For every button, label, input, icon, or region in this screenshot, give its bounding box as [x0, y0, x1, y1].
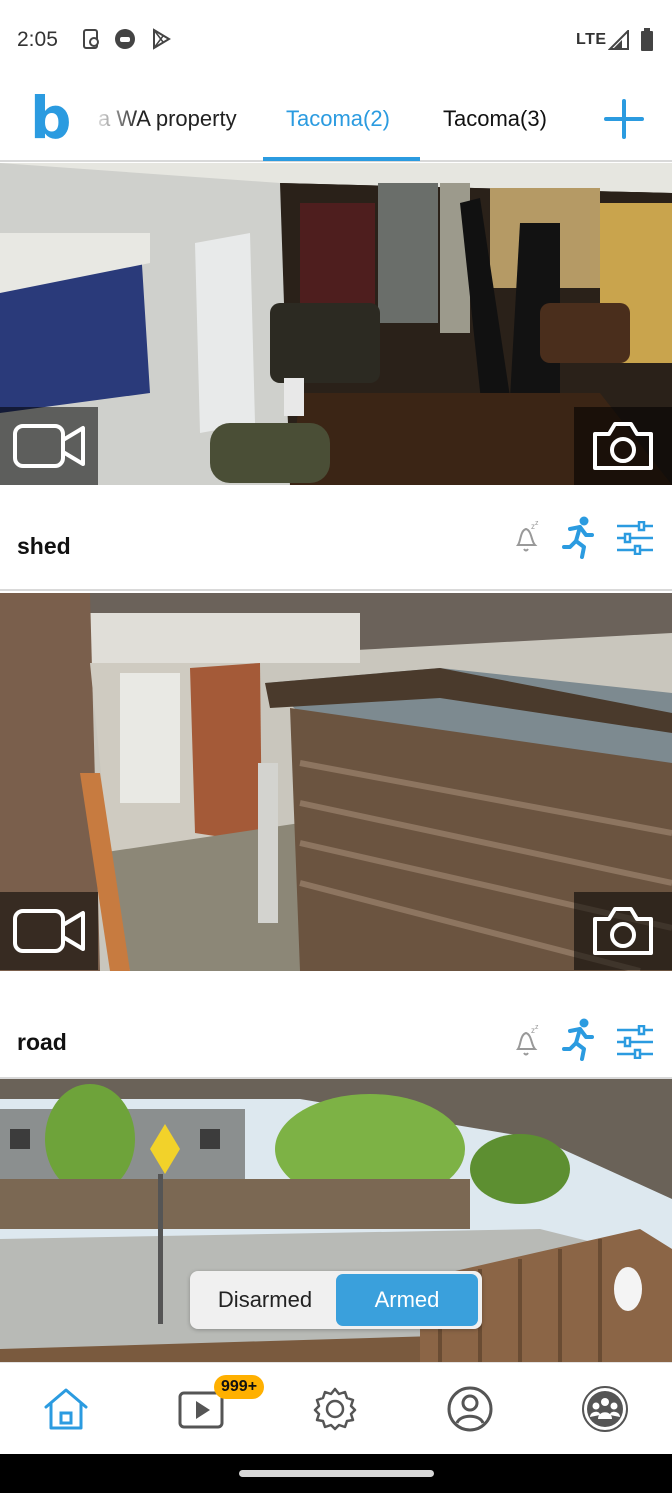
snooze-bell-icon[interactable]: z z	[513, 1023, 543, 1059]
bottom-navigation: 999+	[0, 1362, 672, 1454]
camera-feed-living-room[interactable]	[0, 163, 672, 485]
camera-snapshot-image	[0, 163, 672, 485]
camera-feed-shed[interactable]	[0, 593, 672, 971]
record-video-button[interactable]	[0, 892, 98, 970]
motion-running-icon[interactable]	[562, 1017, 596, 1061]
snapshot-icon	[593, 907, 653, 955]
record-video-icon	[13, 909, 85, 953]
camera-header-road: road z z	[0, 971, 672, 1079]
snapshot-button[interactable]	[574, 892, 672, 970]
camera-name: shed	[17, 533, 71, 559]
settings-sliders-icon[interactable]	[615, 521, 655, 555]
gamepad-icon	[115, 29, 135, 49]
snooze-bell-icon[interactable]: z z	[513, 519, 543, 555]
system-navigation-bar	[0, 1454, 672, 1493]
community-icon[interactable]	[581, 1385, 629, 1433]
home-icon[interactable]	[42, 1385, 90, 1433]
play-store-icon	[153, 28, 171, 50]
status-bar: 2:05 LTE	[0, 0, 672, 80]
record-video-button[interactable]	[0, 407, 98, 485]
arm-mode-toggle: Disarmed Armed	[190, 1271, 482, 1329]
settings-sliders-icon[interactable]	[615, 1025, 655, 1059]
tab-tacoma-2[interactable]: Tacoma(2)	[286, 106, 390, 132]
camera-snapshot-image	[0, 593, 672, 971]
tab-tacoma-3[interactable]: Tacoma(3)	[443, 106, 547, 132]
account-icon[interactable]	[446, 1385, 494, 1433]
gear-icon[interactable]	[311, 1385, 359, 1433]
motion-running-icon[interactable]	[562, 515, 596, 559]
snapshot-button[interactable]	[574, 407, 672, 485]
camera-header-shed: shed z z	[0, 485, 672, 591]
camera-name: road	[17, 1029, 67, 1055]
armed-option[interactable]: Armed	[336, 1274, 478, 1326]
record-video-icon	[13, 424, 85, 468]
add-camera-button[interactable]	[603, 98, 645, 140]
network-type: LTE	[576, 31, 607, 48]
home-gesture-handle[interactable]	[239, 1470, 434, 1477]
clips-count-badge: 999+	[214, 1375, 265, 1399]
svg-text:z: z	[535, 520, 539, 527]
app-logo: b	[30, 84, 72, 152]
battery-icon	[641, 28, 653, 51]
snapshot-icon	[593, 422, 653, 470]
svg-text:z: z	[535, 1024, 539, 1031]
disarmed-option[interactable]: Disarmed	[194, 1274, 336, 1326]
sim-card-icon	[83, 29, 99, 49]
tab-wa-property[interactable]: a WA property	[98, 106, 237, 132]
signal-icon	[608, 30, 629, 50]
status-time: 2:05	[17, 28, 58, 51]
active-tab-indicator	[263, 157, 420, 161]
location-tabs: b a WA property Tacoma(2) Tacoma(3)	[0, 80, 672, 162]
